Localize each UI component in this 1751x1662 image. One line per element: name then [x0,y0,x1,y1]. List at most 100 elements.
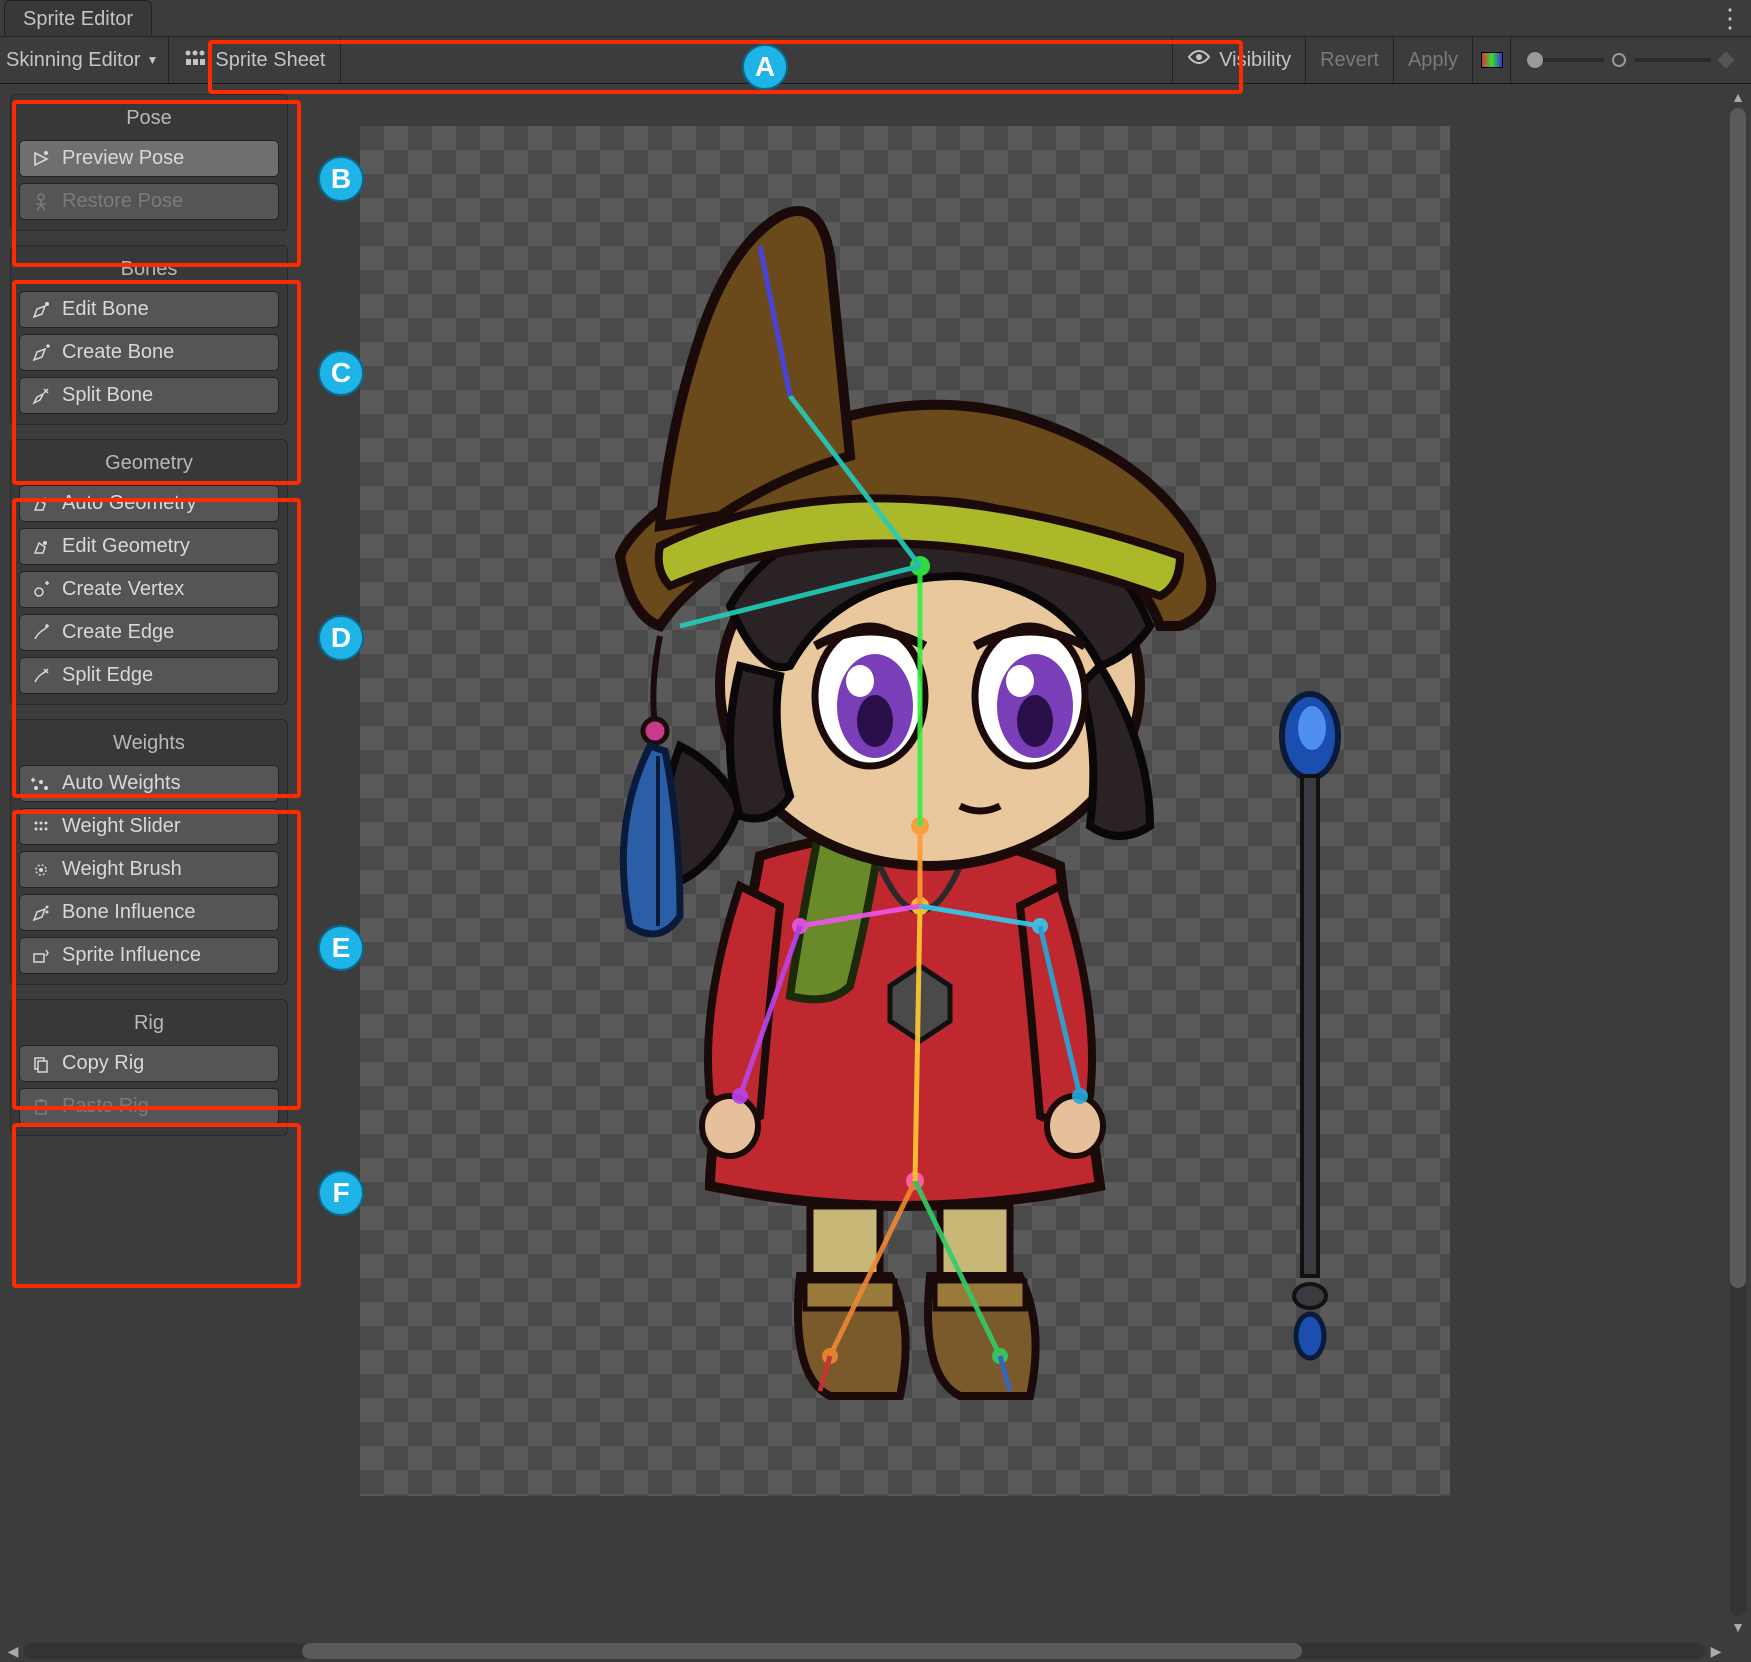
panel-title-weights: Weights [19,728,279,765]
sprite-sheet-button[interactable]: Sprite Sheet [169,37,340,83]
tab-label: Sprite Editor [23,8,133,30]
mode-dropdown-label: Skinning Editor [6,49,141,72]
main-area: Pose Preview Pose Restore Pose Bones Edi… [0,84,1751,1640]
paste-icon [30,1096,52,1118]
paste-rig-button[interactable]: Paste Rig [19,1088,279,1125]
scroll-left-arrow-icon[interactable]: ◀ [2,1640,24,1662]
copy-icon [30,1053,52,1075]
preview-pose-icon [30,148,52,170]
panel-title-bones: Bones [19,254,279,291]
revert-label: Revert [1320,49,1379,72]
edit-bone-button[interactable]: Edit Bone [19,291,279,328]
split-bone-button[interactable]: Split Bone [19,377,279,414]
create-vertex-button[interactable]: Create Vertex [19,571,279,608]
revert-button[interactable]: Revert [1306,37,1394,83]
sprite-character [360,126,1450,1496]
sprite-influence-icon [30,945,52,967]
sprite-influence-label: Sprite Influence [62,944,201,967]
auto-geometry-label: Auto Geometry [62,492,197,515]
slider-end-icon [1717,51,1735,69]
sprite-sheet-label: Sprite Sheet [215,49,325,72]
auto-geometry-button[interactable]: Auto Geometry [19,485,279,522]
panel-bones: Bones Edit Bone Create Bone Split Bone [10,245,288,425]
vscroll-thumb[interactable] [1730,108,1746,1288]
scroll-up-arrow-icon[interactable]: ▲ [1727,86,1749,108]
weight-slider-button[interactable]: Weight Slider [19,808,279,845]
auto-geometry-icon [30,493,52,515]
weight-slider-icon [30,816,52,838]
caret-down-icon: ▼ [147,53,159,67]
restore-pose-label: Restore Pose [62,190,183,213]
create-edge-icon [30,622,52,644]
tab-bar: Sprite Editor ⋮ [0,0,1751,36]
tool-panels: Pose Preview Pose Restore Pose Bones Edi… [0,84,300,1640]
horizontal-scrollbar[interactable]: ◀ ▶ [2,1640,1727,1662]
slider-track-2 [1634,58,1711,62]
sprite-influence-button[interactable]: Sprite Influence [19,937,279,974]
create-edge-label: Create Edge [62,621,174,644]
weight-brush-icon [30,859,52,881]
edit-geometry-icon [30,536,52,558]
bone-influence-icon [30,902,52,924]
slider-knob[interactable] [1527,52,1543,68]
create-edge-button[interactable]: Create Edge [19,614,279,651]
split-edge-icon [30,665,52,687]
toolbar-spacer [341,37,1174,83]
color-swatch-button[interactable] [1473,37,1511,83]
apply-button[interactable]: Apply [1394,37,1473,83]
weight-brush-label: Weight Brush [62,858,182,881]
panel-geometry: Geometry Auto Geometry Edit Geometry Cre… [10,439,288,705]
panel-title-pose: Pose [19,103,279,140]
edit-bone-icon [30,299,52,321]
panel-pose: Pose Preview Pose Restore Pose [10,94,288,231]
bone-influence-button[interactable]: Bone Influence [19,894,279,931]
weight-brush-button[interactable]: Weight Brush [19,851,279,888]
slider-mid-icon [1610,51,1628,69]
create-vertex-icon [30,579,52,601]
kebab-menu-icon[interactable]: ⋮ [1717,5,1741,31]
auto-weights-button[interactable]: Auto Weights [19,765,279,802]
scroll-down-arrow-icon[interactable]: ▼ [1727,1616,1749,1638]
tab-sprite-editor[interactable]: Sprite Editor [4,0,152,37]
panel-rig: Rig Copy Rig Paste Rig [10,999,288,1136]
edit-geometry-button[interactable]: Edit Geometry [19,528,279,565]
copy-rig-button[interactable]: Copy Rig [19,1045,279,1082]
scroll-right-arrow-icon[interactable]: ▶ [1705,1640,1727,1662]
eye-icon [1187,47,1211,73]
bone-influence-label: Bone Influence [62,901,195,924]
restore-pose-icon [30,191,52,213]
split-bone-label: Split Bone [62,384,153,407]
toolbar: Skinning Editor ▼ Sprite Sheet Visibilit… [0,36,1751,84]
create-bone-label: Create Bone [62,341,174,364]
paste-rig-label: Paste Rig [62,1095,149,1118]
mode-dropdown[interactable]: Skinning Editor ▼ [0,37,169,83]
edit-geometry-label: Edit Geometry [62,535,190,558]
hscroll-thumb[interactable] [302,1643,1302,1659]
preview-pose-button[interactable]: Preview Pose [19,140,279,177]
split-bone-icon [30,385,52,407]
visibility-label: Visibility [1219,49,1291,72]
panel-title-rig: Rig [19,1008,279,1045]
opacity-slider[interactable] [1511,37,1751,83]
apply-label: Apply [1408,49,1458,72]
color-swatch-icon [1481,52,1503,68]
auto-weights-label: Auto Weights [62,772,181,795]
create-bone-button[interactable]: Create Bone [19,334,279,371]
create-vertex-label: Create Vertex [62,578,184,601]
weight-slider-label: Weight Slider [62,815,181,838]
panel-weights: Weights Auto Weights Weight Slider Weigh… [10,719,288,985]
visibility-button[interactable]: Visibility [1173,37,1306,83]
preview-pose-label: Preview Pose [62,147,184,170]
panel-title-geometry: Geometry [19,448,279,485]
restore-pose-button[interactable]: Restore Pose [19,183,279,220]
copy-rig-label: Copy Rig [62,1052,144,1075]
auto-weights-icon [30,773,52,795]
split-edge-label: Split Edge [62,664,153,687]
split-edge-button[interactable]: Split Edge [19,657,279,694]
slider-track [1527,58,1604,62]
sprite-sheet-icon [183,47,207,73]
canvas-area[interactable] [300,84,1751,1640]
edit-bone-label: Edit Bone [62,298,149,321]
vertical-scrollbar[interactable]: ▲ ▼ [1727,86,1749,1638]
create-bone-icon [30,342,52,364]
